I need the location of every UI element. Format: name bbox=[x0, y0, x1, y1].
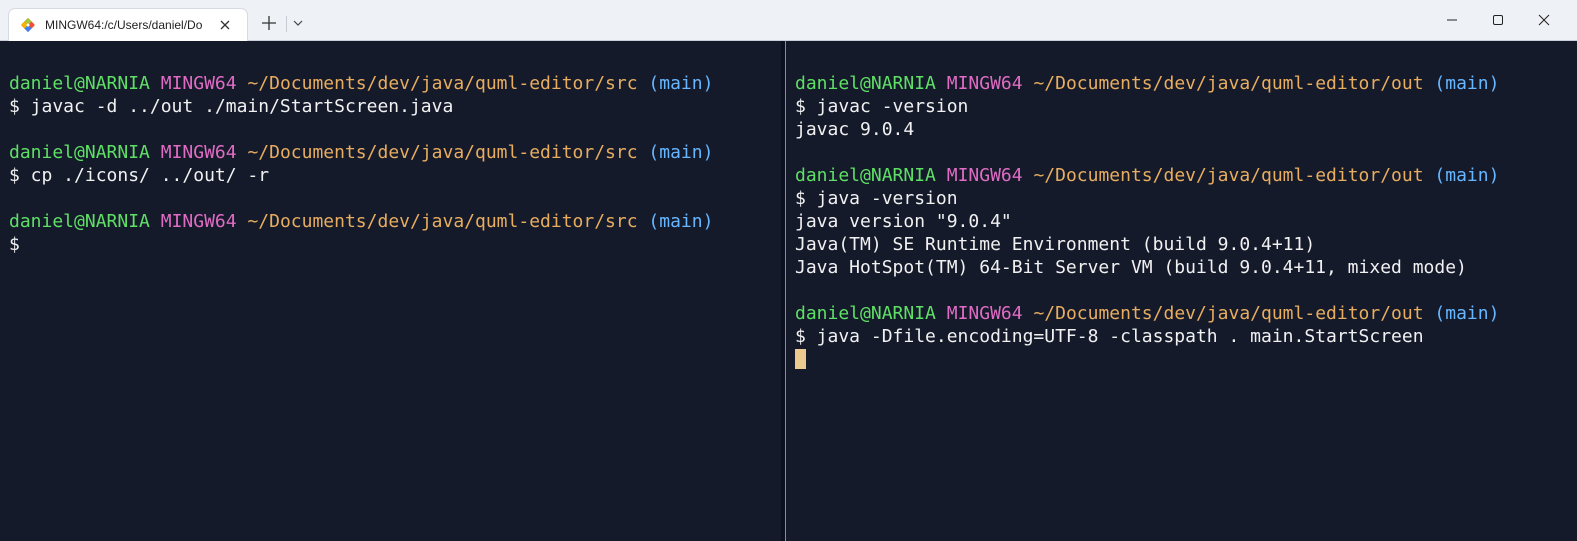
tab-title: MINGW64:/c/Users/daniel/Do bbox=[45, 18, 203, 32]
output-line: $ javac -d ../out ./main/StartScreen.jav… bbox=[9, 95, 713, 118]
prompt-path: ~/Documents/dev/java/quml-editor/out bbox=[1033, 165, 1424, 186]
line-text: $ bbox=[9, 234, 20, 255]
minimize-icon bbox=[1447, 19, 1457, 21]
left-terminal-pane[interactable]: daniel@NARNIA MINGW64 ~/Documents/dev/ja… bbox=[0, 41, 782, 541]
prompt-host: MINGW64 bbox=[946, 73, 1023, 94]
prompt-branch: (main) bbox=[648, 73, 714, 94]
prompt-line: daniel@NARNIA MINGW64 ~/Documents/dev/ja… bbox=[9, 72, 713, 95]
prompt-line: daniel@NARNIA MINGW64 ~/Documents/dev/ja… bbox=[795, 164, 1499, 187]
git-icon bbox=[20, 17, 35, 33]
prompt-host: MINGW64 bbox=[160, 73, 237, 94]
close-tab-icon[interactable] bbox=[216, 16, 234, 34]
close-button[interactable] bbox=[1521, 0, 1567, 40]
line-text: java version "9.0.4" bbox=[795, 211, 1012, 232]
prompt-path: ~/Documents/dev/java/quml-editor/out bbox=[1033, 303, 1424, 324]
terminal-window: MINGW64:/c/Users/daniel/Do daniel@NARNIA… bbox=[0, 0, 1577, 541]
prompt-user: daniel@NARNIA bbox=[9, 142, 150, 163]
prompt-host: MINGW64 bbox=[160, 142, 237, 163]
prompt-host: MINGW64 bbox=[160, 211, 237, 232]
output-line: $ javac -version bbox=[795, 95, 1499, 118]
prompt-line: daniel@NARNIA MINGW64 ~/Documents/dev/ja… bbox=[9, 141, 713, 164]
maximize-button[interactable] bbox=[1475, 0, 1521, 40]
line-text: $ javac -version bbox=[795, 96, 969, 117]
line-text: $ java -version bbox=[795, 188, 958, 209]
line-text: Java HotSpot(TM) 64-Bit Server VM (build… bbox=[795, 257, 1467, 278]
prompt-path: ~/Documents/dev/java/quml-editor/src bbox=[247, 73, 638, 94]
prompt-line: daniel@NARNIA MINGW64 ~/Documents/dev/ja… bbox=[795, 72, 1499, 95]
prompt-user: daniel@NARNIA bbox=[9, 73, 150, 94]
right-terminal-output: daniel@NARNIA MINGW64 ~/Documents/dev/ja… bbox=[795, 72, 1499, 371]
title-bar: MINGW64:/c/Users/daniel/Do bbox=[0, 0, 1577, 41]
prompt-user: daniel@NARNIA bbox=[795, 303, 936, 324]
output-line: $ cp ./icons/ ../out/ -r bbox=[9, 164, 713, 187]
output-line: Java HotSpot(TM) 64-Bit Server VM (build… bbox=[795, 256, 1499, 279]
prompt-line: daniel@NARNIA MINGW64 ~/Documents/dev/ja… bbox=[795, 302, 1499, 325]
prompt-line: daniel@NARNIA MINGW64 ~/Documents/dev/ja… bbox=[9, 210, 713, 233]
maximize-icon bbox=[1493, 15, 1503, 25]
prompt-user: daniel@NARNIA bbox=[9, 211, 150, 232]
prompt-branch: (main) bbox=[1434, 73, 1500, 94]
prompt-branch: (main) bbox=[1434, 165, 1500, 186]
prompt-branch: (main) bbox=[648, 211, 714, 232]
close-icon bbox=[1538, 14, 1550, 26]
prompt-branch: (main) bbox=[648, 142, 714, 163]
text-cursor bbox=[795, 349, 806, 369]
output-line: $ bbox=[9, 233, 713, 256]
prompt-host: MINGW64 bbox=[946, 165, 1023, 186]
line-text: $ java -Dfile.encoding=UTF-8 -classpath … bbox=[795, 326, 1424, 347]
prompt-path: ~/Documents/dev/java/quml-editor/src bbox=[247, 211, 638, 232]
line-text: javac 9.0.4 bbox=[795, 119, 915, 140]
prompt-branch: (main) bbox=[1434, 303, 1500, 324]
output-line: $ java -version bbox=[795, 187, 1499, 210]
prompt-path: ~/Documents/dev/java/quml-editor/out bbox=[1033, 73, 1424, 94]
new-tab-icon[interactable] bbox=[258, 12, 280, 34]
left-terminal-output: daniel@NARNIA MINGW64 ~/Documents/dev/ja… bbox=[9, 72, 713, 256]
prompt-host: MINGW64 bbox=[946, 303, 1023, 324]
minimize-button[interactable] bbox=[1429, 0, 1475, 40]
line-text: $ cp ./icons/ ../out/ -r bbox=[9, 165, 270, 186]
line-text: $ javac -d ../out ./main/StartScreen.jav… bbox=[9, 96, 454, 117]
line-text: Java(TM) SE Runtime Environment (build 9… bbox=[795, 234, 1316, 255]
prompt-user: daniel@NARNIA bbox=[795, 73, 936, 94]
output-line: Java(TM) SE Runtime Environment (build 9… bbox=[795, 233, 1499, 256]
right-terminal-pane[interactable]: daniel@NARNIA MINGW64 ~/Documents/dev/ja… bbox=[785, 41, 1577, 541]
output-line: $ java -Dfile.encoding=UTF-8 -classpath … bbox=[795, 325, 1499, 348]
terminal-tab[interactable]: MINGW64:/c/Users/daniel/Do bbox=[8, 8, 248, 41]
cursor-line bbox=[795, 348, 1499, 371]
prompt-path: ~/Documents/dev/java/quml-editor/src bbox=[247, 142, 638, 163]
output-line: java version "9.0.4" bbox=[795, 210, 1499, 233]
chevron-down-icon[interactable] bbox=[290, 14, 306, 32]
output-line: javac 9.0.4 bbox=[795, 118, 1499, 141]
prompt-user: daniel@NARNIA bbox=[795, 165, 936, 186]
tab-divider bbox=[286, 16, 287, 32]
